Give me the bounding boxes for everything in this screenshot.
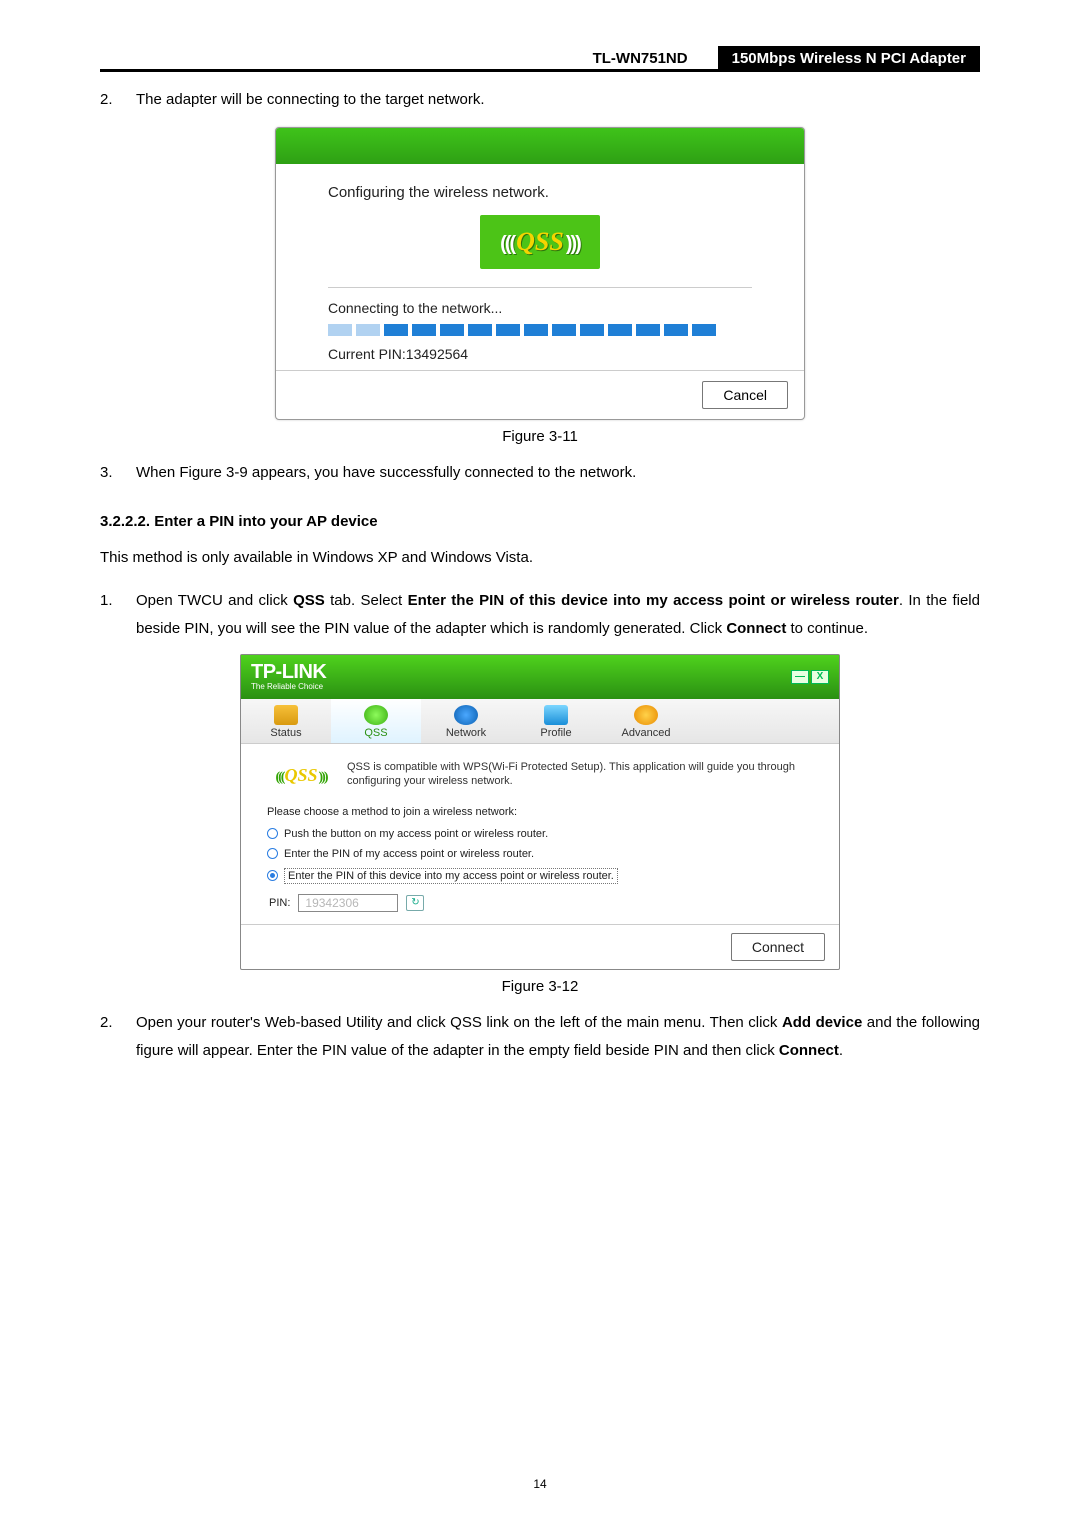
tab-qss[interactable]: QSS	[331, 699, 421, 743]
tab-status[interactable]: Status	[241, 699, 331, 743]
tab-bar: Status QSS Network Profile Advanced	[241, 699, 839, 744]
radio-icon-selected	[267, 870, 278, 881]
close-button[interactable]: X	[811, 670, 829, 684]
list-item: 2. Open your router's Web-based Utility …	[100, 1009, 980, 1066]
radio-option-enter-device-pin[interactable]: Enter the PIN of this device into my acc…	[267, 868, 813, 884]
qss-logo-small: (((QSS)))	[267, 760, 335, 792]
network-icon	[454, 705, 478, 725]
brand-tagline: The Reliable Choice	[251, 682, 326, 691]
list-text: Open your router's Web-based Utility and…	[136, 1009, 980, 1066]
product-name: 150Mbps Wireless N PCI Adapter	[718, 46, 980, 69]
tab-network[interactable]: Network	[421, 699, 511, 743]
document-header: TL-WN751ND 150Mbps Wireless N PCI Adapte…	[100, 46, 980, 72]
cancel-button[interactable]: Cancel	[702, 381, 788, 409]
list-number: 2.	[100, 86, 136, 115]
choose-method-label: Please choose a method to join a wireles…	[267, 806, 813, 818]
list-item: 1. Open TWCU and click QSS tab. Select E…	[100, 587, 980, 644]
list-text: The adapter will be connecting to the ta…	[136, 86, 980, 115]
dialog-titlebar	[276, 128, 804, 164]
status-icon	[274, 705, 298, 725]
list-number: 2.	[100, 1009, 136, 1066]
refresh-pin-button[interactable]: ↻	[406, 895, 424, 911]
twcu-window: TP-LINK The Reliable Choice — X Status Q…	[240, 654, 840, 970]
qss-connecting-dialog: Configuring the wireless network. (((QSS…	[275, 127, 805, 420]
divider	[328, 287, 752, 288]
radio-icon	[267, 828, 278, 839]
tab-advanced[interactable]: Advanced	[601, 699, 691, 743]
current-pin-label: Current PIN:13492564	[328, 346, 752, 362]
brand-logo: TP-LINK	[251, 662, 326, 682]
radio-option-push[interactable]: Push the button on my access point or wi…	[267, 828, 813, 840]
qss-logo-text: QSS	[516, 227, 564, 256]
dialog-heading: Configuring the wireless network.	[328, 184, 752, 201]
figure-caption: Figure 3-11	[100, 428, 980, 445]
list-number: 1.	[100, 587, 136, 644]
radio-icon	[267, 848, 278, 859]
qss-icon	[364, 705, 388, 725]
list-text: Open TWCU and click QSS tab. Select Ente…	[136, 587, 980, 644]
section-heading: 3.2.2.2. Enter a PIN into your AP device	[100, 513, 980, 530]
list-text: When Figure 3-9 appears, you have succes…	[136, 459, 980, 488]
page-number: 14	[0, 1477, 1080, 1491]
progress-bar	[328, 324, 752, 336]
radio-option-enter-ap-pin[interactable]: Enter the PIN of my access point or wire…	[267, 848, 813, 860]
window-titlebar: TP-LINK The Reliable Choice — X	[241, 655, 839, 699]
minimize-button[interactable]: —	[791, 670, 809, 684]
pin-input[interactable]: 19342306	[298, 894, 398, 912]
window-controls: — X	[791, 670, 829, 684]
tab-profile[interactable]: Profile	[511, 699, 601, 743]
qss-logo: (((QSS)))	[480, 215, 600, 269]
list-item: 3. When Figure 3-9 appears, you have suc…	[100, 459, 980, 488]
profile-icon	[544, 705, 568, 725]
paragraph: This method is only available in Windows…	[100, 544, 980, 573]
advanced-icon	[634, 705, 658, 725]
list-item: 2. The adapter will be connecting to the…	[100, 86, 980, 115]
qss-description: QSS is compatible with WPS(Wi-Fi Protect…	[347, 760, 813, 790]
pin-label: PIN:	[269, 897, 290, 909]
figure-caption: Figure 3-12	[100, 978, 980, 995]
connecting-label: Connecting to the network...	[328, 300, 752, 316]
connect-button[interactable]: Connect	[731, 933, 825, 961]
list-number: 3.	[100, 459, 136, 488]
model-number: TL-WN751ND	[563, 46, 718, 69]
